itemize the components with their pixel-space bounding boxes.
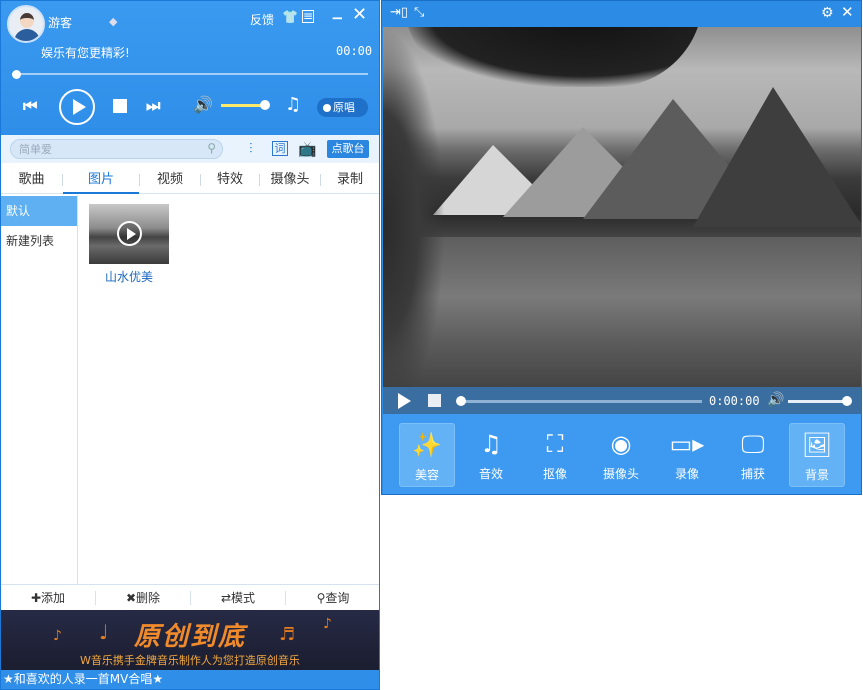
fx-beauty-label: 美容 xyxy=(400,466,454,483)
tab-record[interactable]: 录制 xyxy=(321,166,379,194)
player-header: 游客 ◆ 反馈 👕 ≡ − ✕ 娱乐有您更精彩! 00:00 ⏮ ⏭ 🔊 ♫ 原… xyxy=(1,1,379,135)
fullscreen-icon[interactable]: ⤡ xyxy=(414,5,424,20)
query-button[interactable]: ⚲查询 xyxy=(286,585,380,611)
media-item[interactable]: 山水优美 xyxy=(89,204,169,284)
search-input[interactable] xyxy=(19,142,199,157)
delete-button[interactable]: ✖删除 xyxy=(96,585,190,611)
search-icon[interactable]: ⚲ xyxy=(207,141,216,155)
volume-handle[interactable] xyxy=(260,100,270,110)
video-window: ⇥▯ ⤡ ⚙ ✕ 0:00:00 🔊 ✨ 美容 ♫ 音效 ⛶ 抠像 xyxy=(381,0,862,495)
video-volume-handle[interactable] xyxy=(842,396,852,406)
skin-shirt-icon[interactable]: 👕 xyxy=(282,10,298,26)
gear-icon[interactable]: ⚙ xyxy=(821,5,834,21)
fx-cutout-label: 抠像 xyxy=(527,465,583,482)
fx-capture-label: 捕获 xyxy=(725,465,781,482)
search-bar: ⚲ ⫶ 词 📺 点歌台 xyxy=(1,135,379,163)
volume-icon[interactable]: 🔊 xyxy=(193,95,213,114)
fx-background-button[interactable]: 🖼 背景 xyxy=(789,423,845,487)
video-time: 0:00:00 xyxy=(709,394,760,408)
music-player-window: 游客 ◆ 反馈 👕 ≡ − ✕ 娱乐有您更精彩! 00:00 ⏮ ⏭ 🔊 ♫ 原… xyxy=(0,0,380,690)
tab-videos[interactable]: 视频 xyxy=(140,166,200,194)
volume-icon[interactable]: 🔊 xyxy=(767,392,784,408)
mode-button[interactable]: ⇄模式 xyxy=(191,585,285,611)
volume-slider[interactable] xyxy=(221,104,265,107)
add-button[interactable]: ✚添加 xyxy=(1,585,95,611)
fx-capture-button[interactable]: 🖵 捕获 xyxy=(725,423,781,487)
promo-banner[interactable]: ♪ ♩ ♬ ♪ 原创到底 W音乐携手金牌音乐制作人为您打造原创音乐 xyxy=(1,610,379,670)
video-controls: 0:00:00 🔊 xyxy=(383,387,861,414)
fx-background-label: 背景 xyxy=(790,466,844,483)
close-icon[interactable]: ✕ xyxy=(841,3,854,21)
lyrics-button[interactable]: 词 xyxy=(272,141,288,156)
fx-webcam-button[interactable]: ◉ 摄像头 xyxy=(593,423,649,487)
tab-songs[interactable]: 歌曲 xyxy=(1,166,62,194)
equalizer-icon[interactable]: ⫶ xyxy=(249,141,253,157)
playback-time: 00:00 xyxy=(336,44,372,58)
next-track-icon[interactable]: ⏭ xyxy=(146,96,160,116)
video-progress-handle[interactable] xyxy=(456,396,466,406)
menu-list-icon[interactable]: ≡ xyxy=(302,10,314,23)
banner-subtitle: W音乐携手金牌音乐制作人为您打造原创音乐 xyxy=(1,652,379,668)
ktv-song-request-button[interactable]: 点歌台 xyxy=(327,140,369,158)
sidebar-item-new-list[interactable]: 新建列表 xyxy=(1,226,77,256)
diamond-icon[interactable]: ◆ xyxy=(109,15,117,28)
previous-track-icon[interactable]: ⏮ xyxy=(23,96,37,116)
play-button[interactable] xyxy=(59,89,95,125)
category-tabs: 歌曲 图片 视频 特效 摄像头 录制 xyxy=(1,166,379,194)
video-camera-icon: ▭▸ xyxy=(659,427,715,465)
feedback-link[interactable]: 反馈 xyxy=(250,11,274,28)
fx-webcam-label: 摄像头 xyxy=(593,465,649,482)
fx-record-button[interactable]: ▭▸ 录像 xyxy=(659,423,715,487)
play-icon[interactable] xyxy=(117,221,142,246)
user-name[interactable]: 游客 xyxy=(48,14,72,31)
portrait-cutout-icon: ⛶ xyxy=(527,427,583,465)
video-volume-slider[interactable] xyxy=(788,400,848,403)
fx-beauty-button[interactable]: ✨ 美容 xyxy=(399,423,455,487)
search-box[interactable]: ⚲ xyxy=(10,139,223,159)
tab-camera[interactable]: 摄像头 xyxy=(260,166,320,194)
media-thumbnail[interactable] xyxy=(89,204,169,264)
lake xyxy=(383,237,861,387)
tab-effects[interactable]: 特效 xyxy=(201,166,259,194)
fx-sound-label: 音效 xyxy=(463,465,519,482)
close-icon[interactable]: ✕ xyxy=(352,7,367,23)
list-sidebar: 默认 新建列表 xyxy=(1,195,78,584)
original-vocal-label: 原唱 xyxy=(333,101,355,114)
fx-sound-button[interactable]: ♫ 音效 xyxy=(463,423,519,487)
original-vocal-toggle[interactable]: 原唱 xyxy=(317,98,368,117)
tv-icon[interactable]: 📺 xyxy=(298,141,317,157)
sunglasses-foreground xyxy=(403,27,703,87)
stop-button[interactable] xyxy=(113,99,127,113)
sidebar-item-default[interactable]: 默认 xyxy=(1,196,77,226)
media-item-label: 山水优美 xyxy=(89,268,169,285)
minimize-icon[interactable]: − xyxy=(331,10,344,26)
tab-pictures[interactable]: 图片 xyxy=(63,166,139,194)
webcam-icon: ◉ xyxy=(593,427,649,465)
progress-track[interactable] xyxy=(16,73,368,75)
tagline: 娱乐有您更精彩! xyxy=(41,44,130,61)
progress-handle[interactable] xyxy=(12,70,21,79)
banner-title: 原创到底 xyxy=(1,616,379,653)
dock-icon[interactable]: ⇥▯ xyxy=(390,5,408,20)
marquee-text[interactable]: ★和喜欢的人录一首MV合唱★ xyxy=(1,670,379,690)
rock xyxy=(383,27,445,387)
video-play-button[interactable] xyxy=(398,393,411,409)
screen-capture-icon: 🖵 xyxy=(725,427,781,465)
playlist-music-icon[interactable]: ♫ xyxy=(285,94,301,115)
avatar[interactable] xyxy=(7,5,45,43)
list-toolbar: ✚添加 ✖删除 ⇄模式 ⚲查询 xyxy=(1,584,379,610)
video-stop-button[interactable] xyxy=(428,394,441,407)
image-icon: 🖼 xyxy=(790,428,844,466)
fx-cutout-button[interactable]: ⛶ 抠像 xyxy=(527,423,583,487)
video-progress-track[interactable] xyxy=(459,400,702,403)
fx-record-label: 录像 xyxy=(659,465,715,482)
magic-wand-icon: ✨ xyxy=(400,428,454,466)
music-note-icon: ♫ xyxy=(463,427,519,465)
video-preview[interactable] xyxy=(383,27,861,387)
effects-toolbar: ✨ 美容 ♫ 音效 ⛶ 抠像 ◉ 摄像头 ▭▸ 录像 🖵 捕获 🖼 背景 xyxy=(383,414,861,494)
